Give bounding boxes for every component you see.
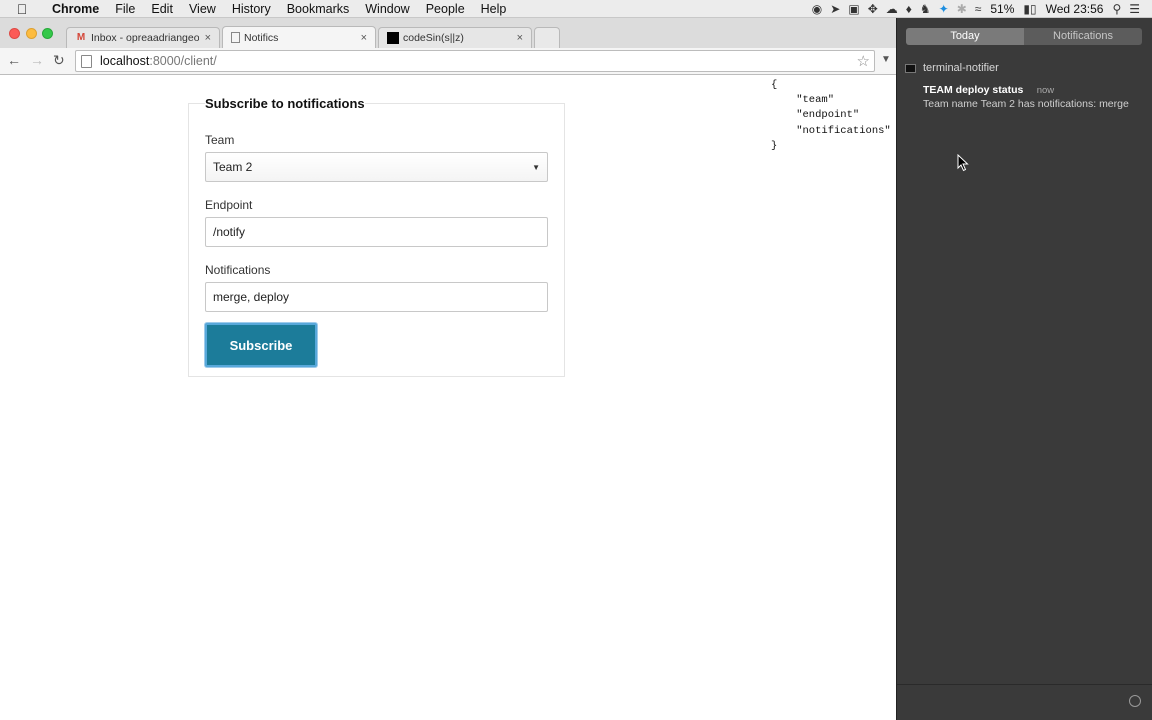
back-arrow-icon[interactable]: ←: [7, 52, 21, 68]
notification-item[interactable]: TEAM deploy status now Team name Team 2 …: [897, 82, 1152, 110]
nc-app-header: terminal-notifier: [897, 60, 1152, 76]
tab-bar: M Inbox - opreaadriangeorge × Notifics ×…: [0, 18, 896, 48]
notification-center: Today Notifications terminal-notifier TE…: [896, 18, 1152, 720]
page-content: Subscribe to notifications Team Team 2 ▼…: [0, 75, 896, 720]
wifi-icon[interactable]: ≈: [971, 2, 986, 16]
close-window-button[interactable]: [9, 28, 20, 39]
close-icon[interactable]: ×: [205, 32, 211, 44]
tab-inbox[interactable]: M Inbox - opreaadriangeorge ×: [66, 27, 220, 48]
tab-codesin[interactable]: codeSin(s||z) ×: [378, 27, 532, 48]
bell-icon[interactable]: ♞: [916, 2, 935, 16]
team-select-value: Team 2: [213, 160, 253, 174]
address-bar[interactable]: localhost:8000/client/ ☆: [75, 50, 875, 72]
browser-window: M Inbox - opreaadriangeorge × Notifics ×…: [0, 18, 896, 720]
arrow-icon[interactable]: ➤: [826, 2, 844, 16]
browser-toolbar: ← → ↻ localhost:8000/client/ ☆ ▼: [0, 48, 896, 75]
nc-notification-group: terminal-notifier TEAM deploy status now…: [897, 60, 1152, 110]
tab-notifics[interactable]: Notifics ×: [222, 26, 376, 48]
apple-icon[interactable]: : [0, 1, 44, 17]
menu-view[interactable]: View: [181, 2, 224, 16]
menu-app[interactable]: Chrome: [44, 2, 107, 16]
maximize-window-button[interactable]: [42, 28, 53, 39]
tab-today[interactable]: Today: [906, 28, 1024, 45]
black-square-icon: [387, 32, 399, 44]
tab-title: Inbox - opreaadriangeorge: [91, 32, 199, 44]
url-path: :8000/client/: [149, 54, 217, 68]
menu-edit[interactable]: Edit: [143, 2, 181, 16]
minimize-window-button[interactable]: [26, 28, 37, 39]
notification-center-icon[interactable]: ☰: [1125, 2, 1144, 16]
nc-segmented-control: Today Notifications: [906, 28, 1142, 45]
close-icon[interactable]: ×: [517, 32, 523, 44]
move-icon[interactable]: ✥: [864, 2, 882, 16]
close-icon[interactable]: ×: [361, 32, 367, 44]
clock[interactable]: Wed 23:56: [1041, 2, 1109, 16]
menu-help[interactable]: Help: [473, 2, 515, 16]
bluetooth-icon[interactable]: ✱: [953, 2, 971, 16]
tab-notifications[interactable]: Notifications: [1024, 28, 1142, 45]
menu-history[interactable]: History: [224, 2, 279, 16]
team-label: Team: [205, 133, 235, 147]
subscribe-button[interactable]: Subscribe: [205, 323, 317, 367]
endpoint-label: Endpoint: [205, 198, 253, 212]
evernote-icon[interactable]: ♦: [902, 2, 916, 16]
gmail-icon: M: [76, 32, 86, 43]
json-output: { "team" "endpoint" "notifications" }: [771, 79, 891, 152]
caret-down-icon: ▼: [532, 162, 540, 172]
status-area: ◉ ➤ ▣ ✥ ☁ ♦ ♞ ✦ ✱ ≈ 51% ▮▯ Wed 23:56 ⚲ ☰: [808, 2, 1152, 16]
search-icon[interactable]: ⚲: [1108, 2, 1125, 16]
nc-app-name: terminal-notifier: [923, 62, 999, 74]
notification-title: TEAM deploy status: [923, 84, 1024, 96]
forward-arrow-icon[interactable]: →: [30, 52, 44, 68]
notifications-label: Notifications: [205, 263, 271, 277]
mouse-cursor-icon: [957, 154, 969, 172]
menu-bookmarks[interactable]: Bookmarks: [279, 2, 358, 16]
tab-title: Notifics: [244, 31, 279, 44]
menu-file[interactable]: File: [107, 2, 143, 16]
gear-icon[interactable]: [1129, 695, 1141, 707]
terminal-icon: [905, 63, 916, 73]
battery-icon[interactable]: ▮▯: [1019, 2, 1040, 16]
subscribe-form: Subscribe to notifications Team Team 2 ▼…: [188, 96, 565, 377]
nc-divider: [897, 684, 1152, 685]
battery-percent: 51%: [990, 1, 1015, 16]
pocket-icon[interactable]: ▼: [881, 54, 891, 65]
bookmark-star-icon[interactable]: ☆: [857, 52, 870, 70]
reload-icon[interactable]: ↻: [53, 52, 65, 69]
team-select[interactable]: Team 2 ▼: [205, 152, 548, 182]
menu-people[interactable]: People: [418, 2, 473, 16]
page-icon: [81, 54, 92, 68]
page-icon: [231, 32, 240, 43]
cloud-icon[interactable]: ☁: [882, 2, 902, 16]
menubar:  Chrome File Edit View History Bookmark…: [0, 0, 1152, 18]
notifications-input[interactable]: [205, 282, 548, 312]
notification-body: Team name Team 2 has notifications: merg…: [923, 98, 1129, 110]
menu-window[interactable]: Window: [357, 2, 417, 16]
twitter-icon[interactable]: ✦: [935, 2, 953, 16]
endpoint-input[interactable]: [205, 217, 548, 247]
new-tab-button[interactable]: [534, 27, 560, 48]
tab-title: codeSin(s||z): [403, 32, 464, 44]
notification-time: now: [1036, 85, 1055, 96]
record-icon[interactable]: ◉: [808, 2, 826, 16]
form-legend: Subscribe to notifications: [205, 96, 365, 111]
reel-icon[interactable]: ▣: [844, 2, 863, 16]
url-host: localhost: [100, 54, 150, 68]
